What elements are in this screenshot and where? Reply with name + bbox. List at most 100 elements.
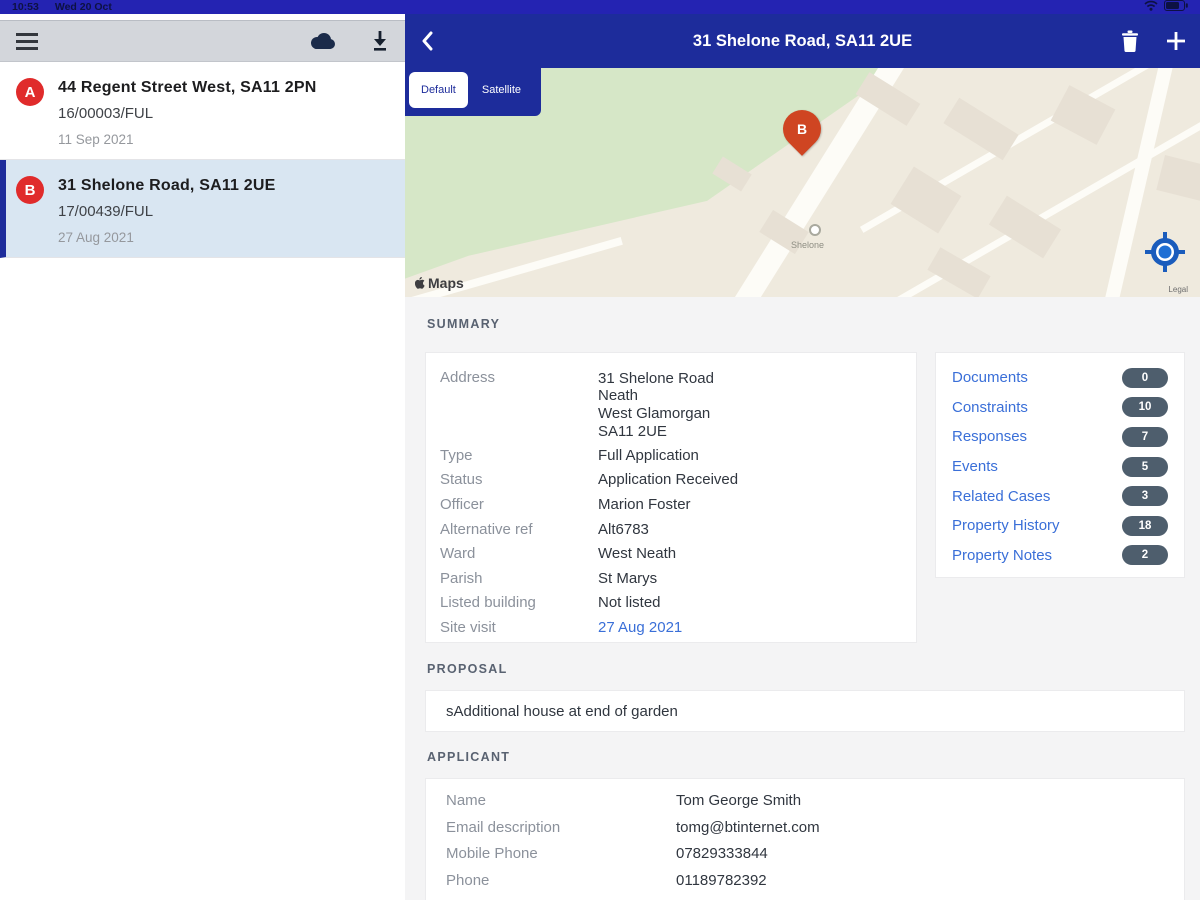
field-value: Application Received (598, 471, 739, 489)
download-icon[interactable] (371, 30, 389, 52)
field-label: Mobile Phone (446, 845, 538, 863)
field-label: Parish (440, 569, 483, 587)
page-title: 31 Shelone Road, SA11 2UE (692, 31, 913, 50)
case-address: 31 Shelone Road, SA11 2UE (58, 177, 276, 194)
count-badge: 0 (1122, 367, 1168, 388)
count-badge: 7 (1122, 426, 1168, 447)
map-pin-b[interactable]: B (775, 102, 835, 168)
map-tab-default[interactable]: Default (409, 72, 468, 108)
case-address: 44 Regent Street West, SA11 2PN (58, 79, 317, 96)
field-row: Ward West Neath (440, 542, 902, 567)
count-badge: 10 (1122, 397, 1168, 418)
applicant-heading: APPLICANT (427, 750, 511, 764)
maps-attribution: Maps (415, 275, 464, 291)
field-value-link[interactable]: 27 Aug 2021 (598, 616, 682, 641)
map-building (1050, 85, 1116, 146)
case-sidebar: A 44 Regent Street West, SA11 2PN 16/00003… (0, 14, 405, 900)
delete-button[interactable] (1120, 30, 1140, 52)
field-value: tomg@btinternet.com (676, 818, 820, 836)
related-link-property-history[interactable]: Property History 18 (952, 511, 1168, 541)
current-location-button[interactable] (1144, 231, 1186, 273)
field-row: Email description tomg@btinternet.com (446, 815, 1164, 842)
detail-content: SUMMARY Address 31 Shelone Road Neath West … (405, 297, 1200, 900)
field-value: 07829333844 (676, 845, 768, 863)
case-list: A 44 Regent Street West, SA11 2PN 16/00003… (0, 62, 405, 258)
map-canvas[interactable]: Default Satellite B Shelone Maps Legal (405, 68, 1200, 297)
related-link-events[interactable]: Events 5 (952, 452, 1168, 482)
sidebar-toolbar (0, 20, 405, 62)
related-link-label: Constraints (952, 398, 1028, 416)
related-link-label: Events (952, 458, 998, 476)
map-pin-label: B (796, 121, 808, 137)
field-label: Phone (446, 871, 490, 889)
list-item[interactable]: A 44 Regent Street West, SA11 2PN 16/00003… (0, 62, 405, 160)
field-label: Name (446, 792, 487, 809)
field-label: Email description (446, 818, 561, 836)
field-label: Alternative ref (440, 520, 533, 538)
map-building (989, 195, 1062, 259)
related-link-responses[interactable]: Responses 7 (952, 422, 1168, 452)
applicant-card: Name Tom George Smith Email description tom… (425, 778, 1185, 900)
clock: 10:53 (12, 1, 39, 13)
field-label: Listed building (440, 594, 536, 612)
proposal-card: sAdditional house at end of garden (425, 690, 1185, 732)
field-label: Address (440, 369, 496, 386)
case-date: 27 Aug 2021 (58, 230, 134, 245)
related-link-property-notes[interactable]: Property Notes 2 (952, 541, 1168, 571)
field-value: West Neath (598, 545, 677, 563)
field-value: St Marys (598, 569, 658, 587)
field-value: Not listed (598, 594, 661, 612)
map-legal-link[interactable]: Legal (1168, 285, 1188, 294)
case-reference: 17/00439/FUL (58, 203, 154, 220)
list-item[interactable]: B 31 Shelone Road, SA11 2UE 17/00439/FUL 27… (0, 160, 405, 258)
menu-icon[interactable] (16, 32, 38, 50)
count-badge: 2 (1122, 545, 1168, 566)
related-link-label: Property Notes (952, 546, 1053, 564)
date: Wed 20 Oct (54, 1, 112, 13)
field-label: Type (440, 446, 473, 464)
related-link-label: Property History (952, 517, 1060, 535)
field-value: Tom George Smith (676, 792, 802, 809)
related-link-label: Related Cases (952, 487, 1051, 505)
related-link-label: Documents (952, 369, 1028, 387)
summary-heading: SUMMARY (427, 317, 501, 331)
cloud-sync-icon[interactable] (307, 31, 337, 51)
map-layer-tabs: Default Satellite (405, 68, 541, 116)
map-tab-satellite[interactable]: Satellite (470, 72, 533, 108)
map-building (1156, 154, 1200, 201)
related-link-documents[interactable]: Documents 0 (952, 363, 1168, 393)
related-links-card: Documents 0 Constraints 10 Responses 7 Events 5… (935, 352, 1185, 578)
field-label: Site visit (440, 619, 496, 637)
field-row: Listed building Not listed (440, 591, 902, 616)
field-row: Phone 01189782392 (446, 868, 1164, 895)
app-screen: 10:53 Wed 20 Oct A 44 Regent Street West,… (0, 0, 1200, 900)
field-row: Parish St Marys (440, 567, 902, 592)
count-badge: 5 (1122, 456, 1168, 477)
wifi-icon (1144, 0, 1158, 16)
proposal-heading: PROPOSAL (427, 662, 508, 676)
field-row: Name Tom George Smith (446, 788, 1164, 815)
map-building (942, 97, 1019, 161)
count-badge: 3 (1122, 486, 1168, 507)
add-button[interactable] (1166, 31, 1186, 51)
proposal-text: sAdditional house at end of garden (446, 702, 678, 720)
case-reference: 16/00003/FUL (58, 105, 154, 122)
street-marker-dot (809, 224, 821, 236)
case-marker-badge: B (16, 176, 44, 204)
count-badge: 18 (1122, 515, 1168, 536)
field-row: Mobile Phone 07829333844 (446, 841, 1164, 868)
status-bar: 10:53 Wed 20 Oct (0, 0, 1200, 14)
case-marker-badge: A (16, 78, 44, 106)
field-value: Full Application (598, 446, 699, 464)
case-date: 11 Sep 2021 (58, 132, 134, 147)
related-link-constraints[interactable]: Constraints 10 (952, 393, 1168, 423)
field-row: Status Application Received (440, 468, 902, 493)
related-link-related-cases[interactable]: Related Cases 3 (952, 481, 1168, 511)
field-label: Ward (440, 545, 476, 563)
battery-icon (1164, 0, 1188, 16)
street-name-label: Shelone (791, 240, 825, 250)
field-row: Address 31 Shelone Road Neath West Glamorga… (440, 366, 902, 444)
field-value: 31 Shelone Road Neath West Glamorgan SA11 2… (598, 369, 714, 440)
field-value: Marion Foster (598, 496, 691, 514)
field-row: Alternative ref Alt6783 (440, 518, 902, 543)
